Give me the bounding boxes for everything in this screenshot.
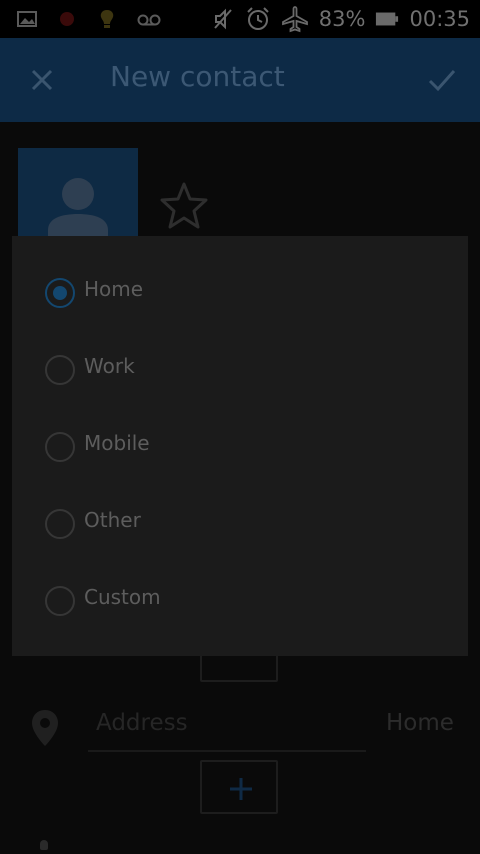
status-left-icons [0, 8, 162, 30]
lightbulb-icon [100, 10, 114, 28]
page-title: New contact [110, 60, 285, 93]
option-other[interactable]: Other [12, 485, 468, 562]
notification-dot-icon [60, 12, 74, 26]
partial-icon [40, 840, 48, 850]
mute-icon [214, 8, 232, 30]
address-type-selector[interactable]: Home [386, 710, 454, 736]
image-icon [17, 11, 37, 27]
contact-photo[interactable] [18, 148, 138, 248]
app-bar: New contact [0, 38, 480, 122]
radio-custom[interactable] [45, 586, 75, 616]
radio-other[interactable] [45, 509, 75, 539]
voicemail-icon [137, 14, 161, 26]
alarm-icon [247, 7, 269, 30]
status-bar: 83% 00:35 [0, 0, 480, 38]
plus-icon [230, 778, 252, 800]
option-work-label: Work [84, 354, 135, 378]
radio-work[interactable] [45, 355, 75, 385]
add-address-button[interactable] [200, 760, 278, 814]
battery-percent: 83% [318, 7, 366, 31]
battery-icon [376, 12, 399, 26]
location-pin-icon [32, 710, 58, 746]
option-home-label: Home [84, 277, 144, 301]
option-custom-label: Custom [84, 585, 161, 609]
address-placeholder: Address [96, 710, 188, 736]
address-input[interactable]: Address [88, 706, 366, 752]
radio-home[interactable] [45, 278, 75, 308]
option-other-label: Other [84, 508, 141, 532]
airplane-mode-icon [281, 6, 308, 33]
option-mobile[interactable]: Mobile [12, 408, 468, 485]
option-mobile-label: Mobile [84, 431, 150, 455]
status-time: 00:35 [409, 7, 470, 31]
option-home[interactable]: Home [12, 254, 468, 331]
new-contact-screen: 83% 00:35 New contact Address Home Home … [0, 0, 480, 854]
close-icon[interactable] [26, 64, 58, 96]
person-icon [48, 178, 108, 248]
star-outline-icon[interactable] [158, 180, 210, 232]
type-selection-dialog: Home Work Mobile Other Custom [12, 236, 468, 656]
radio-mobile[interactable] [45, 432, 75, 462]
option-work[interactable]: Work [12, 331, 468, 408]
status-right-icons: 83% 00:35 [211, 0, 470, 38]
option-custom[interactable]: Custom [12, 562, 468, 639]
checkmark-icon[interactable] [424, 62, 460, 98]
